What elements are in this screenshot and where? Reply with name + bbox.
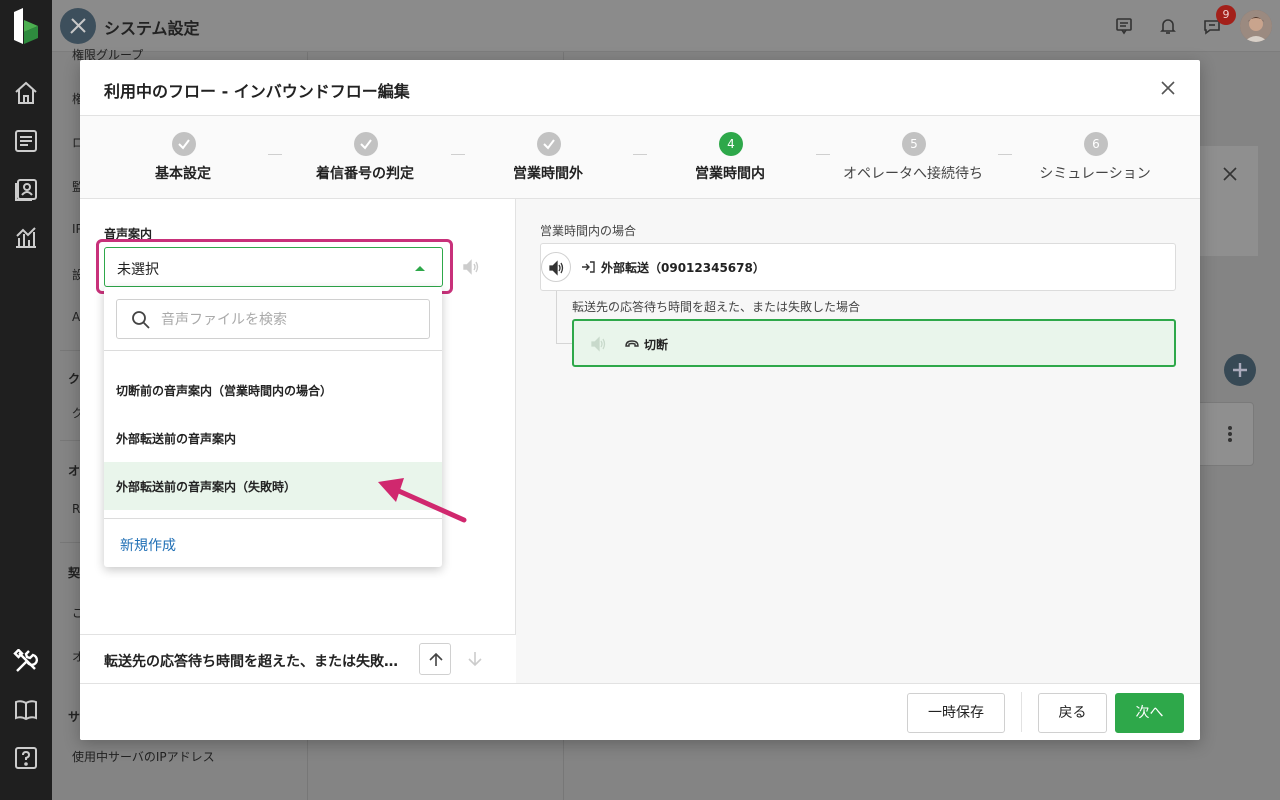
select-value: 未選択 [117,262,159,278]
modal-header: 利用中のフロー - インバウンドフロー編集 [80,60,1200,116]
book-icon[interactable] [13,697,39,723]
list-icon[interactable] [13,128,39,154]
step-label: オペレータへ接続待ち [843,166,983,182]
step-number: 4 [719,132,743,156]
speaker-icon[interactable] [541,252,571,282]
step-done-check-icon [354,132,378,156]
user-avatar[interactable] [1240,10,1272,42]
step-done-check-icon [172,132,196,156]
step-operator-wait[interactable]: 5 オペレータへ接続待ち [822,116,1004,199]
flow-preview-pane: 営業時間内の場合 外部転送（09012345678） 転送先の応答待ち時間を超え… [516,199,1200,683]
caret-up-icon [414,264,426,272]
option-label: 外部転送前の音声案内（失敗時） [116,480,297,494]
announcement-icon[interactable] [1114,16,1134,36]
branch-section-title: 転送先の応答待ち時間を超えた、または失敗した場合 [104,654,404,670]
flow-node-transfer[interactable]: 外部転送（09012345678） [540,243,1176,291]
dropdown-divider [104,350,442,351]
home-icon[interactable] [13,80,39,106]
option-label: 切断前の音声案内（営業時間内の場合） [116,384,333,398]
step-label: 営業時間外 [513,166,583,182]
speaker-icon[interactable] [461,257,481,277]
notification-badge: 9 [1216,5,1236,25]
modal-footer: 一時保存 戻る 次へ [80,683,1200,740]
voice-file-search[interactable] [116,299,430,339]
back-button[interactable]: 戻る [1038,693,1107,733]
search-input[interactable] [161,308,421,332]
annotation-arrow-icon [370,472,470,528]
analytics-icon[interactable] [13,224,39,250]
add-icon[interactable] [1224,354,1256,386]
step-label: シミュレーション [1039,166,1151,182]
step-done-check-icon [537,132,561,156]
top-bar: システム設定 [52,0,1280,52]
page-title: システム設定 [104,19,200,38]
more-vertical-icon[interactable] [1222,424,1238,444]
tools-icon[interactable] [13,649,39,675]
voice-guidance-select[interactable]: 未選択 [104,247,443,287]
move-up-button[interactable] [419,643,451,675]
hangup-icon [624,337,640,351]
step-simulation[interactable]: 6 シミュレーション [1004,116,1186,199]
step-number: 5 [902,132,926,156]
flow-node-label: 外部転送（09012345678） [601,261,765,275]
sidebar-section: 契 [68,566,81,580]
footer-divider [1021,692,1022,732]
dropdown-option[interactable]: 外部転送前の音声案内 [104,414,442,462]
contacts-icon[interactable] [13,176,39,202]
sidebar-section: オ [68,464,81,478]
background-banner [1200,146,1258,256]
sidebar-item: A [72,310,81,324]
step-basic-settings[interactable]: 基本設定 [92,116,274,199]
help-icon[interactable] [13,745,39,771]
stepper: 基本設定 着信番号の判定 営業時間外 4 営業時間内 5 オペレータへ接続待ち [80,116,1200,199]
flow-node-hangup[interactable]: 切断 [572,319,1176,367]
speaker-icon[interactable] [590,335,608,353]
branch-section-header: 転送先の応答待ち時間を超えた、または失敗した場合 [80,634,516,683]
dropdown-option[interactable]: 切断前の音声案内（営業時間内の場合） [104,366,442,414]
banner-close-icon[interactable] [1220,164,1240,184]
create-new-link[interactable]: 新規作成 [120,535,176,555]
sidebar-section: サ [68,710,81,724]
modal-title: 利用中のフロー - インバウンドフロー編集 [104,82,410,101]
flow-node-label: 切断 [644,338,669,352]
branch-connector [556,291,572,344]
sidebar-section: ク [68,372,81,386]
step-business-hours[interactable]: 4 営業時間内 [639,116,821,199]
search-icon [132,311,150,329]
sidebar-item: 使用中サーバのIPアドレス [72,750,215,764]
app-logo[interactable] [14,8,38,44]
close-icon[interactable] [1158,78,1178,98]
next-button[interactable]: 次へ [1115,693,1184,733]
option-label: 外部転送前の音声案内 [116,432,237,446]
step-label: 基本設定 [155,166,211,182]
step-number: 6 [1084,132,1108,156]
preview-section-label: 営業時間内の場合 [540,224,637,238]
temporary-save-button[interactable]: 一時保存 [907,693,1005,733]
step-label: 営業時間内 [695,166,765,182]
transfer-icon [581,259,597,275]
step-after-hours[interactable]: 営業時間外 [457,116,639,199]
global-nav-rail [0,0,52,800]
move-down-icon[interactable] [465,649,485,669]
settings-tools-icon [60,8,96,44]
step-number-check[interactable]: 着信番号の判定 [274,116,456,199]
bell-icon[interactable] [1158,16,1178,36]
step-label: 着信番号の判定 [316,166,414,182]
branch-label: 転送先の応答待ち時間を超えた、または失敗した場合 [572,300,861,314]
